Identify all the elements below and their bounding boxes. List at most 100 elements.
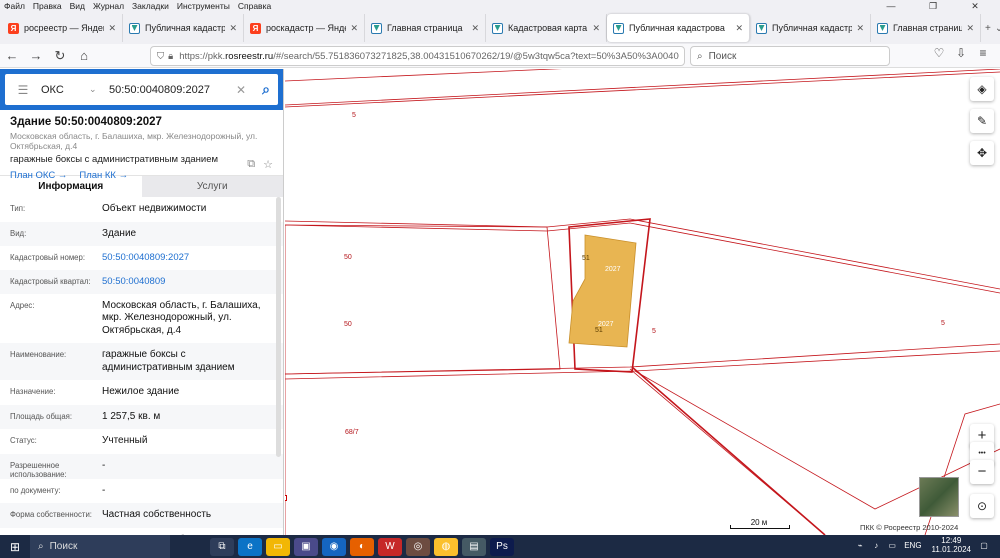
- tab-close-icon[interactable]: ✕: [966, 23, 974, 34]
- satellite-minimap[interactable]: [919, 477, 959, 517]
- menu-history[interactable]: Журнал: [93, 1, 124, 11]
- zoom-to-object-icon[interactable]: ⧉: [247, 158, 255, 171]
- tab-close-icon[interactable]: ✕: [735, 23, 743, 34]
- browser-tab[interactable]: Публичная кадастровая✕: [123, 14, 244, 42]
- browser-tab[interactable]: Кадастровая карта | Серв✕: [486, 14, 607, 42]
- forward-arrow-icon[interactable]: →: [24, 48, 48, 63]
- object-name: гаражные боксы с административным здание…: [10, 154, 219, 165]
- collapse-panel-icon[interactable]: ‹: [283, 79, 284, 101]
- language-indicator[interactable]: ENG: [904, 541, 921, 550]
- word-app-icon[interactable]: W: [378, 537, 402, 556]
- attribute-label: Тип:: [10, 204, 26, 213]
- attribute-value: -: [102, 484, 106, 496]
- new-tab-icon[interactable]: +: [985, 23, 991, 34]
- attribute-label: по документу:: [10, 485, 61, 495]
- attribute-value: -: [102, 459, 106, 471]
- chevron-down-icon[interactable]: ⌄: [89, 84, 103, 95]
- save-app-icon[interactable]: ▣: [294, 537, 318, 556]
- task-view-icon[interactable]: ⧉: [210, 537, 234, 556]
- battery-icon[interactable]: ▭: [885, 541, 899, 550]
- browser-tab[interactable]: Яроскадастр — Яндекс: на✕: [244, 14, 365, 42]
- menu-file[interactable]: Файл: [4, 1, 25, 11]
- menu-tools[interactable]: Инструменты: [177, 1, 230, 11]
- url-bar[interactable]: ⛉ 🔒︎ https://pkk. rosreestr.ru/#/search/5…: [150, 46, 685, 66]
- browser-tab[interactable]: Публичная кадастровая✕: [750, 14, 871, 42]
- windows-start-icon[interactable]: ⊞: [0, 540, 30, 554]
- tab-close-icon[interactable]: ✕: [471, 23, 479, 34]
- map-label: 2027: [605, 266, 621, 273]
- parcel-boundary: [285, 343, 1000, 375]
- app-icon[interactable]: ◎: [406, 537, 430, 556]
- zoom-out-button[interactable]: −: [970, 460, 994, 484]
- cadastral-map[interactable]: 5 50 50 51 2027 2027 51 5 5 68/7 ◈ ✎ ✥ +…: [285, 69, 1000, 535]
- reload-icon[interactable]: ↻: [48, 48, 72, 64]
- panel-scrollbar[interactable]: [276, 197, 281, 457]
- compass-icon[interactable]: ⊙: [970, 494, 994, 518]
- attribute-table: Тип: Объект недвижимости Вид: Здание Кадастр…: [0, 197, 283, 535]
- clock[interactable]: 12:49 11.01.2024: [932, 536, 971, 555]
- shield-icon[interactable]: ⛉: [157, 51, 164, 62]
- clear-icon[interactable]: ✕: [236, 83, 254, 97]
- ruler-icon[interactable]: ✎: [970, 109, 994, 133]
- chrome-icon[interactable]: ◍: [434, 537, 458, 556]
- rosreestr-icon: [877, 22, 888, 34]
- browser-tab-active[interactable]: Публичная кадастрова ✕: [607, 14, 750, 42]
- notifications-icon[interactable]: ▢: [977, 541, 991, 550]
- network-icon[interactable]: ⌁: [853, 541, 867, 550]
- menu-view[interactable]: Вид: [70, 1, 85, 11]
- menu-edit[interactable]: Правка: [33, 1, 62, 11]
- plan-kk-link[interactable]: План КК →: [79, 170, 128, 181]
- volume-icon[interactable]: ♪: [869, 541, 883, 550]
- attribute-label: Кадастровая стоимость:: [10, 528, 102, 536]
- star-icon[interactable]: ☆: [263, 158, 273, 171]
- tab-close-icon[interactable]: ✕: [108, 23, 116, 34]
- attribute-label: Форма собственности:: [10, 510, 92, 520]
- file-explorer-icon[interactable]: ▭: [266, 537, 290, 556]
- map-label: 5: [941, 320, 945, 327]
- menu-help[interactable]: Справка: [238, 1, 271, 11]
- tab-close-icon[interactable]: ✕: [350, 23, 358, 34]
- browser-tab[interactable]: Яросреестр — Яндекс: наш✕: [2, 14, 123, 42]
- photoshop-icon[interactable]: Ps: [490, 537, 514, 556]
- menu-bookmarks[interactable]: Закладки: [132, 1, 169, 11]
- store-icon[interactable]: ◉: [322, 537, 346, 556]
- search-icon[interactable]: ⌕: [254, 81, 278, 98]
- tab-close-icon[interactable]: ✕: [592, 23, 600, 34]
- attribute-label: Разрешенное использование:: [10, 460, 67, 479]
- lock-icon[interactable]: 🔒︎: [168, 51, 173, 62]
- browser-tab[interactable]: Главная страница ✕: [871, 14, 981, 42]
- tab-close-icon[interactable]: ✕: [856, 23, 864, 34]
- window-controls: — ❐ ✕: [874, 0, 1000, 12]
- home-icon[interactable]: ⌂: [72, 48, 96, 63]
- restore-icon[interactable]: ❐: [916, 0, 950, 12]
- parcel-boundary: [285, 71, 1000, 108]
- object-type-select[interactable]: ОКС: [41, 84, 89, 96]
- browser-search-input[interactable]: ⌕ Поиск: [690, 46, 890, 66]
- menu-burger-icon[interactable]: ≡: [972, 46, 994, 60]
- attribute-link[interactable]: 50:50:0040809: [102, 270, 273, 294]
- locate-icon[interactable]: ✥: [970, 141, 994, 165]
- cadastral-number-input[interactable]: 50:50:0040809:2027: [109, 84, 236, 96]
- plan-oks-link[interactable]: План ОКС →: [10, 170, 67, 181]
- map-label: 51: [582, 255, 590, 262]
- edge-icon[interactable]: e: [238, 537, 262, 556]
- taskbar-search[interactable]: ⌕ Поиск: [30, 535, 170, 558]
- firefox-icon[interactable]: ◐: [350, 537, 374, 556]
- table-row: Наименование: гаражные боксы с администра…: [0, 343, 283, 381]
- table-row: Адрес: Московская область, г. Балашиха, м…: [0, 294, 283, 344]
- app-icon[interactable]: ▤: [462, 537, 486, 556]
- menu-icon[interactable]: ☰: [11, 83, 35, 97]
- extensions-icon[interactable]: ⇩: [950, 46, 972, 60]
- object-title: Здание 50:50:0040809:2027: [10, 116, 162, 128]
- browser-tab[interactable]: Главная страница ✕: [365, 14, 486, 42]
- pocket-icon[interactable]: ♡: [928, 46, 950, 60]
- layers-icon[interactable]: ◈: [970, 77, 994, 101]
- tab-close-icon[interactable]: ✕: [229, 23, 237, 34]
- attribute-link[interactable]: 50:50:0040809:2027: [102, 246, 273, 270]
- close-window-icon[interactable]: ✕: [958, 0, 992, 12]
- back-arrow-icon[interactable]: ←: [0, 48, 24, 63]
- attribute-label: Кадастровый квартал:: [10, 276, 91, 286]
- minimize-icon[interactable]: —: [874, 0, 908, 12]
- attribute-value: 10 411 959,76 руб.: [102, 528, 273, 535]
- tab-list-icon[interactable]: ⌄: [995, 23, 1000, 34]
